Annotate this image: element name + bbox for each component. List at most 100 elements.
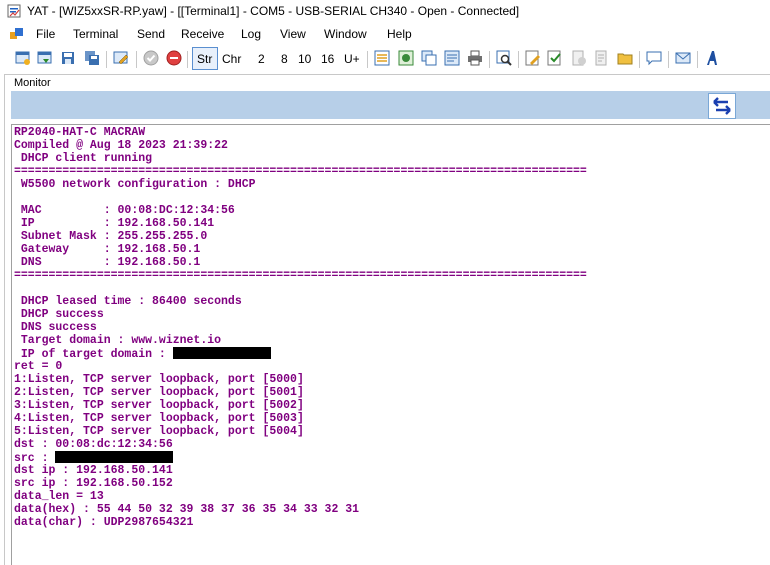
radix-string-button[interactable]: Str bbox=[197, 52, 212, 66]
terminal-line: DNS : 192.168.50.1 bbox=[14, 256, 754, 269]
save-all-icon[interactable] bbox=[84, 50, 100, 66]
terminal-line-text: IP of target domain : bbox=[14, 348, 173, 360]
terminal-line: data(hex) : 55 44 50 32 39 38 37 36 35 3… bbox=[14, 503, 754, 516]
terminal-line-text: data(char) : UDP2987654321 bbox=[14, 516, 194, 529]
terminal-line: DHCP success bbox=[14, 308, 754, 321]
terminal-line: 2:Listen, TCP server loopback, port [500… bbox=[14, 386, 754, 399]
terminal-line: W5500 network configuration : DHCP bbox=[14, 178, 754, 191]
terminal-line-text: 4:Listen, TCP server loopback, port [500… bbox=[14, 412, 304, 425]
terminal-line: 5:Listen, TCP server loopback, port [500… bbox=[14, 425, 754, 438]
terminal-line-text: Target domain : www.wiznet.io bbox=[14, 334, 222, 347]
yat-app-icon bbox=[7, 4, 21, 18]
menu-terminal[interactable]: Terminal bbox=[73, 27, 118, 41]
terminal-line: dst ip : 192.168.50.141 bbox=[14, 464, 754, 477]
font-icon[interactable] bbox=[704, 50, 720, 66]
terminal-line: Gateway : 192.168.50.1 bbox=[14, 243, 754, 256]
terminal-line-text: Subnet Mask : 255.255.255.0 bbox=[14, 230, 208, 243]
format-icon[interactable] bbox=[398, 50, 414, 66]
terminal-settings-icon[interactable] bbox=[113, 50, 129, 66]
monitor-header-bar bbox=[11, 91, 770, 119]
edit-icon[interactable] bbox=[525, 50, 541, 66]
terminal-line: DHCP client running bbox=[14, 152, 754, 165]
redaction-block bbox=[55, 451, 174, 463]
radix-hex-button[interactable]: 16 bbox=[321, 52, 334, 66]
chat-icon[interactable] bbox=[646, 50, 662, 66]
terminal-line-text: ========================================… bbox=[14, 269, 587, 282]
menu-help[interactable]: Help bbox=[387, 27, 412, 41]
find-icon[interactable] bbox=[496, 50, 512, 66]
terminal-line-text: 1:Listen, TCP server loopback, port [500… bbox=[14, 373, 304, 386]
swap-icon bbox=[713, 97, 731, 115]
terminal-line: data_len = 13 bbox=[14, 490, 754, 503]
window-title: YAT - [WIZ5xxSR-RP.yaw] - [[Terminal1] -… bbox=[27, 4, 520, 18]
toolbar: Str Chr 2 8 10 16 U+ bbox=[0, 45, 770, 73]
open-port-icon[interactable] bbox=[143, 50, 159, 66]
terminal-output: RP2040-HAT-C MACRAW Compiled @ Aug 18 202… bbox=[14, 126, 754, 529]
menu-bar: File Terminal Send Receive Log View Wind… bbox=[0, 24, 770, 45]
terminal-line-text: ========================================… bbox=[14, 165, 587, 178]
terminal-line-text: IP : 192.168.50.141 bbox=[14, 217, 215, 230]
menu-window[interactable]: Window bbox=[324, 27, 367, 41]
menu-view[interactable]: View bbox=[280, 27, 306, 41]
clear-icon[interactable] bbox=[571, 50, 587, 66]
terminal-line-text: src : bbox=[14, 452, 56, 464]
terminal-line: Target domain : www.wiznet.io bbox=[14, 334, 754, 347]
copy-icon[interactable] bbox=[421, 50, 437, 66]
terminal-line: ========================================… bbox=[14, 165, 754, 178]
radix-char-button[interactable]: Chr bbox=[222, 52, 241, 66]
copy-all-icon[interactable] bbox=[444, 50, 460, 66]
menu-log[interactable]: Log bbox=[241, 27, 261, 41]
menu-receive[interactable]: Receive bbox=[181, 27, 224, 41]
terminal-line: data(char) : UDP2987654321 bbox=[14, 516, 754, 529]
terminal-line: src ip : 192.168.50.152 bbox=[14, 477, 754, 490]
terminal-line-text: DNS success bbox=[14, 321, 97, 334]
radix-unicode-button[interactable]: U+ bbox=[344, 52, 360, 66]
new-terminal-icon[interactable] bbox=[15, 50, 31, 66]
monitor-label: Monitor bbox=[14, 77, 51, 89]
terminal-line-text: W5500 network configuration : DHCP bbox=[14, 178, 256, 191]
terminal-line-text: data_len = 13 bbox=[14, 490, 104, 503]
terminal-line: DHCP leased time : 86400 seconds bbox=[14, 295, 754, 308]
terminal-line-text: 3:Listen, TCP server loopback, port [500… bbox=[14, 399, 304, 412]
terminal-line: Subnet Mask : 255.255.255.0 bbox=[14, 230, 754, 243]
close-port-icon[interactable] bbox=[166, 50, 182, 66]
check-icon[interactable] bbox=[547, 50, 563, 66]
terminal-line-text: MAC : 00:08:DC:12:34:56 bbox=[14, 204, 235, 217]
terminal-line: DNS success bbox=[14, 321, 754, 334]
terminal-line-text: Compiled @ Aug 18 2023 21:39:22 bbox=[14, 139, 228, 152]
terminal-line: MAC : 00:08:DC:12:34:56 bbox=[14, 204, 754, 217]
terminal-line: RP2040-HAT-C MACRAW bbox=[14, 126, 754, 139]
menu-send[interactable]: Send bbox=[137, 27, 165, 41]
print-icon[interactable] bbox=[467, 50, 483, 66]
menu-file[interactable]: File bbox=[36, 27, 55, 41]
terminal-line-text: src ip : 192.168.50.152 bbox=[14, 477, 173, 490]
terminal-line-text: DHCP leased time : 86400 seconds bbox=[14, 295, 242, 308]
log-icon[interactable] bbox=[594, 50, 610, 66]
terminal-line-text: Gateway : 192.168.50.1 bbox=[14, 243, 201, 256]
terminal-system-menu-icon[interactable] bbox=[10, 27, 24, 41]
swap-direction-button[interactable] bbox=[708, 93, 736, 119]
open-icon[interactable] bbox=[37, 50, 53, 66]
title-bar: YAT - [WIZ5xxSR-RP.yaw] - [[Terminal1] -… bbox=[0, 0, 770, 24]
radix-bin-button[interactable]: 2 bbox=[258, 52, 265, 66]
terminal-line: Compiled @ Aug 18 2023 21:39:22 bbox=[14, 139, 754, 152]
terminal-line-text: RP2040-HAT-C MACRAW bbox=[14, 126, 146, 139]
terminal-line: ret = 0 bbox=[14, 360, 754, 373]
terminal-line: src : bbox=[14, 451, 754, 464]
terminal-line: ========================================… bbox=[14, 269, 754, 282]
send-icon[interactable] bbox=[675, 50, 691, 66]
terminal-line: dst : 00:08:dc:12:34:56 bbox=[14, 438, 754, 451]
terminal-line-text: dst : 00:08:dc:12:34:56 bbox=[14, 438, 173, 451]
terminal-line-text: data(hex) : 55 44 50 32 39 38 37 36 35 3… bbox=[14, 503, 360, 516]
terminal-line-text: 2:Listen, TCP server loopback, port [500… bbox=[14, 386, 304, 399]
radix-oct-button[interactable]: 8 bbox=[281, 52, 288, 66]
radix-dec-button[interactable]: 10 bbox=[298, 52, 311, 66]
radix-settings-icon[interactable] bbox=[374, 50, 390, 66]
terminal-line-text: dst ip : 192.168.50.141 bbox=[14, 464, 173, 477]
terminal-line-text: DHCP success bbox=[14, 308, 104, 321]
save-icon[interactable] bbox=[60, 50, 76, 66]
log-folder-icon[interactable] bbox=[617, 50, 633, 66]
terminal-line: IP : 192.168.50.141 bbox=[14, 217, 754, 230]
